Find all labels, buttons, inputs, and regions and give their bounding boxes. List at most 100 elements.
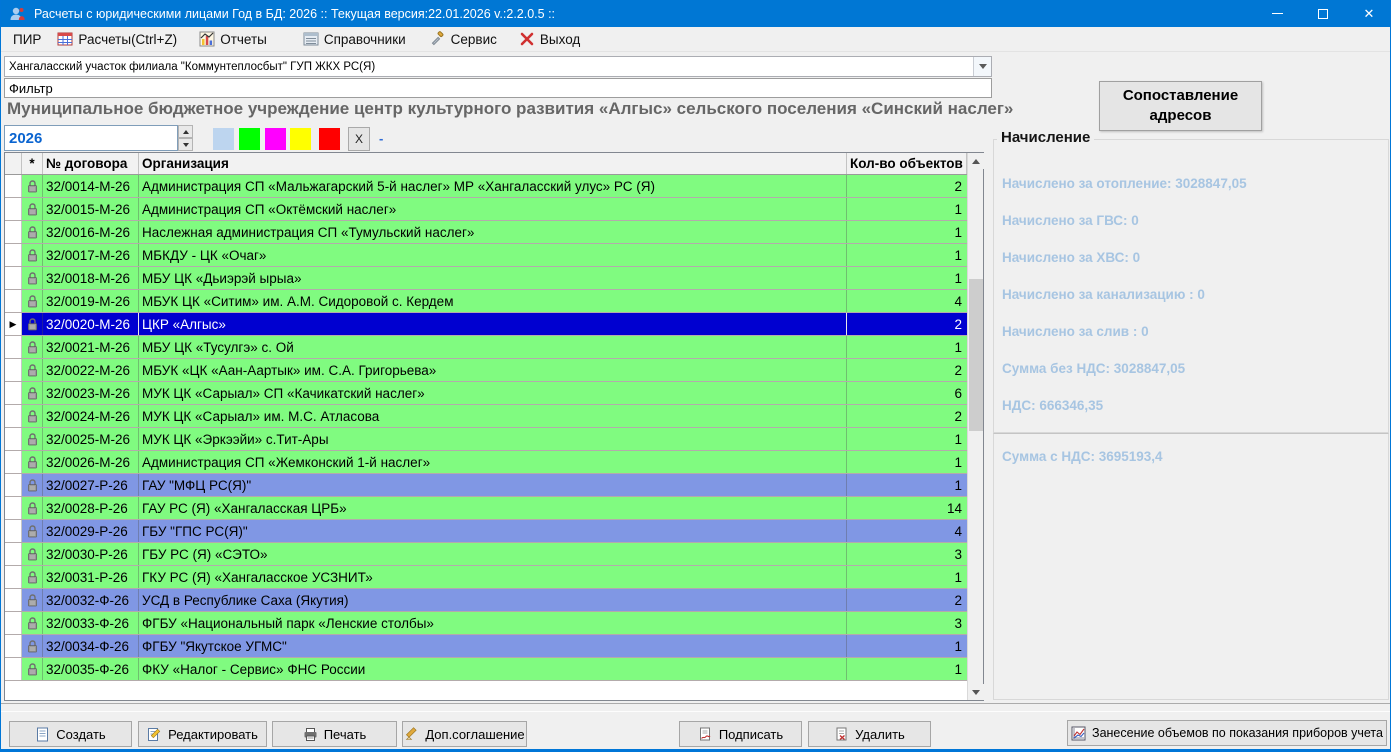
row-marker — [5, 221, 22, 243]
table-row[interactable]: 32/0027-Р-26 ГАУ "МФЦ РС(Я)" 1 — [5, 474, 967, 497]
menu-item-spravochniki[interactable]: Справочники — [299, 27, 410, 52]
lock-icon — [27, 548, 38, 561]
menu-label: Выход — [540, 32, 580, 47]
branch-select[interactable]: Хангаласский участок филиала "Коммунтепл… — [4, 56, 992, 77]
row-object-count: 4 — [847, 290, 967, 312]
maximize-button[interactable] — [1300, 0, 1346, 27]
row-marker — [5, 589, 22, 611]
signature-icon — [698, 727, 713, 742]
row-organization: Наслежная администрация СП «Тумульский н… — [139, 221, 847, 243]
table-row[interactable]: 32/0021-М-26 МБУ ЦК «Тусулгэ» с. Ой 1 — [5, 336, 967, 359]
table-row[interactable]: 32/0014-М-26 Администрация СП «Мальжагар… — [5, 175, 967, 198]
accrual-sum-no-vat: Сумма без НДС: 3028847,05 — [1002, 361, 1247, 379]
row-marker — [5, 244, 22, 266]
table-row[interactable]: 32/0030-Р-26 ГБУ РС (Я) «СЭТО» 3 — [5, 543, 967, 566]
delete-button[interactable]: Удалить — [808, 721, 931, 747]
create-button[interactable]: Создать — [9, 721, 132, 747]
table-row[interactable]: 32/0017-М-26 МБКДУ - ЦК «Очаг» 1 — [5, 244, 967, 267]
highlight-lightblue-swatch[interactable] — [213, 128, 234, 150]
scroll-up-button[interactable] — [968, 153, 984, 169]
row-lock-cell — [22, 313, 43, 335]
header-organization[interactable]: Организация — [139, 153, 847, 174]
row-organization: Администрация СП «Мальжагарский 5-й насл… — [139, 175, 847, 197]
table-row[interactable]: 32/0023-М-26 МУК ЦК «Сарыал» СП «Качикат… — [5, 382, 967, 405]
highlight-red-swatch[interactable] — [319, 128, 340, 150]
row-object-count: 2 — [847, 405, 967, 427]
table-row[interactable]: 32/0016-М-26 Наслежная администрация СП … — [5, 221, 967, 244]
row-marker — [5, 566, 22, 588]
edit-button[interactable]: Редактировать — [138, 721, 267, 747]
row-lock-cell — [22, 543, 43, 565]
clear-highlight-button[interactable]: X — [348, 127, 370, 151]
row-object-count: 4 — [847, 520, 967, 542]
gold-pencil-icon — [404, 727, 419, 742]
table-row[interactable]: 32/0034-Ф-26 ФГБУ "Якутское УГМС" 1 — [5, 635, 967, 658]
row-lock-cell — [22, 336, 43, 358]
year-down-button[interactable] — [178, 138, 193, 151]
contracts-table: * № договора Организация Кол-во объектов… — [4, 152, 984, 701]
header-marker-column — [5, 153, 22, 174]
additional-agreement-button[interactable]: Доп.соглашение — [402, 721, 527, 747]
table-row[interactable]: 32/0033-Ф-26 ФГБУ «Национальный парк «Ле… — [5, 612, 967, 635]
year-input[interactable] — [4, 125, 178, 151]
row-object-count: 6 — [847, 382, 967, 404]
menu-item-servis[interactable]: Сервис — [426, 27, 501, 52]
row-marker — [5, 474, 22, 496]
combo-dropdown-button[interactable] — [973, 57, 991, 76]
print-button[interactable]: Печать — [272, 721, 397, 747]
row-contract-number: 32/0025-М-26 — [43, 428, 139, 450]
table-row[interactable]: 32/0018-М-26 МБУ ЦК «Дьиэрэй ырыа» 1 — [5, 267, 967, 290]
row-contract-number: 32/0019-М-26 — [43, 290, 139, 312]
horizontal-splitter[interactable] — [1, 703, 1391, 712]
row-organization: ЦКР «Алгыс» — [139, 313, 847, 335]
row-lock-cell — [22, 474, 43, 496]
close-button[interactable]: ✕ — [1346, 0, 1391, 27]
sign-button[interactable]: Подписать — [679, 721, 802, 747]
year-up-button[interactable] — [178, 125, 193, 138]
printer-icon — [303, 727, 318, 742]
minimize-button[interactable] — [1254, 0, 1300, 27]
table-row[interactable]: 32/0032-Ф-26 УСД в Республике Саха (Якут… — [5, 589, 967, 612]
spinner-up-icon — [183, 130, 189, 134]
accrual-group-title: Начисление — [997, 129, 1094, 146]
button-label: Занесение объемов по показания приборов … — [1092, 726, 1383, 740]
table-row[interactable]: 32/0028-Р-26 ГАУ РС (Я) «Хангаласская ЦР… — [5, 497, 967, 520]
table-row[interactable]: 32/0035-Ф-26 ФКУ «Налог - Сервис» ФНС Ро… — [5, 658, 967, 681]
enter-meter-volumes-button[interactable]: Занесение объемов по показания приборов … — [1067, 720, 1387, 746]
menu-item-raschety[interactable]: Расчеты(Ctrl+Z) — [53, 27, 181, 52]
lock-icon — [27, 479, 38, 492]
row-object-count: 2 — [847, 359, 967, 381]
header-lock-column[interactable]: * — [22, 153, 43, 174]
table-row[interactable]: 32/0025-М-26 МУК ЦК «Эркээйи» с.Тит-Ары … — [5, 428, 967, 451]
table-row[interactable]: 32/0019-М-26 МБУК ЦК «Ситим» им. А.М. Си… — [5, 290, 967, 313]
scroll-down-button[interactable] — [968, 684, 984, 700]
row-object-count: 14 — [847, 497, 967, 519]
filter-input[interactable] — [4, 78, 992, 98]
lock-icon — [27, 617, 38, 630]
accrual-lines: Начислено за отопление: 3028847,05 Начис… — [1002, 176, 1247, 435]
row-contract-number: 32/0017-М-26 — [43, 244, 139, 266]
table-row[interactable]: 32/0024-М-26 МУК ЦК «Сарыал» им. М.С. Ат… — [5, 405, 967, 428]
header-contract-number[interactable]: № договора — [43, 153, 139, 174]
menu-item-pir[interactable]: ПИР — [9, 27, 45, 52]
table-row[interactable]: 32/0022-М-26 МБУК «ЦК «Аан-Аартык» им. С… — [5, 359, 967, 382]
menu-item-vykhod[interactable]: Выход — [515, 27, 584, 52]
highlight-yellow-swatch[interactable] — [290, 128, 311, 150]
highlight-magenta-swatch[interactable] — [265, 128, 286, 150]
menu-item-otchety[interactable]: Отчеты — [195, 27, 271, 52]
table-row[interactable]: 32/0029-Р-26 ГБУ "ГПС РС(Я)" 4 — [5, 520, 967, 543]
row-object-count: 1 — [847, 566, 967, 588]
table-row[interactable]: 32/0015-М-26 Администрация СП «Октёмский… — [5, 198, 967, 221]
row-lock-cell — [22, 658, 43, 680]
branch-select-value: Хангаласский участок филиала "Коммунтепл… — [5, 61, 973, 73]
accrual-gvs: Начислено за ГВС: 0 — [1002, 213, 1247, 231]
highlight-green-swatch[interactable] — [239, 128, 260, 150]
table-vertical-scrollbar[interactable] — [967, 153, 983, 700]
header-object-count[interactable]: Кол-во объектов — [847, 153, 967, 174]
scrollbar-thumb[interactable] — [969, 279, 983, 431]
table-row[interactable]: 32/0031-Р-26 ГКУ РС (Я) «Хангаласское УС… — [5, 566, 967, 589]
compare-addresses-button[interactable]: Сопоставление адресов — [1099, 81, 1262, 131]
row-organization: ФКУ «Налог - Сервис» ФНС России — [139, 658, 847, 680]
table-row[interactable]: 32/0026-М-26 Администрация СП «Жемконски… — [5, 451, 967, 474]
table-row[interactable]: ▶ 32/0020-М-26 ЦКР «Алгыс» 2 — [5, 313, 967, 336]
